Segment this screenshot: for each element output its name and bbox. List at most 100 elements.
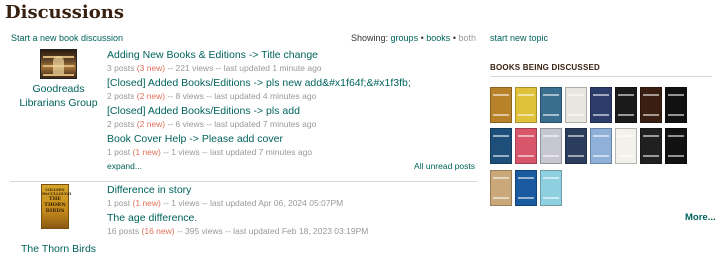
discussion-group: COLLEEN McCULLOUGH THE THORN BIRDS The T…: [10, 181, 477, 260]
cover-stripe: [543, 155, 559, 157]
all-unread-posts-link[interactable]: All unread posts: [414, 161, 475, 171]
book-row: [490, 87, 687, 123]
cover-stripe: [518, 94, 534, 96]
start-book-discussion-link[interactable]: Start a new book discussion: [11, 33, 123, 43]
cover-stripe: [593, 94, 609, 96]
book-cover-thumbnail[interactable]: [540, 87, 562, 123]
separator-dot: •: [420, 33, 424, 43]
topic-title-link[interactable]: The age difference.: [107, 211, 477, 225]
book-cover-thumbnail[interactable]: [615, 128, 637, 164]
cover-stripe: [543, 135, 559, 137]
topic-list: Adding New Books & Editions -> Title cha…: [107, 48, 477, 160]
new-count: (3 new): [136, 63, 166, 73]
cover-stripe: [493, 94, 509, 96]
topic-meta: 2 posts (2 new) -- 8 views -- last updat…: [107, 90, 477, 103]
book-cover-thumbnail[interactable]: [515, 170, 537, 206]
book-cover-thumbnail[interactable]: [565, 128, 587, 164]
cover-stripe: [593, 135, 609, 137]
topic-meta: 16 posts (16 new) -- 395 views -- last u…: [107, 225, 477, 238]
group-name-link[interactable]: Goodreads: [10, 82, 107, 96]
cover-stripe: [643, 135, 659, 137]
book-cover-thumbnail[interactable]: [490, 170, 512, 206]
book-cover-thumbnail[interactable]: [640, 87, 662, 123]
book-cover-thumbnail[interactable]: [590, 87, 612, 123]
cover-stripe: [568, 135, 584, 137]
cover-stripe: [493, 135, 509, 137]
heading-divider: [490, 76, 712, 77]
topic-stats: -- 221 views -- last updated 1 minute ag…: [167, 63, 322, 73]
new-count: (16 new): [141, 226, 175, 236]
book-cover-thumbnail[interactable]: [540, 128, 562, 164]
cover-stripe: [618, 135, 634, 137]
expand-link[interactable]: expand...: [107, 161, 142, 171]
cover-stripe: [668, 94, 684, 96]
topic-title-link[interactable]: Adding New Books & Editions -> Title cha…: [107, 48, 477, 62]
book-cover-thumbnail[interactable]: [515, 87, 537, 123]
book-cover-thumbnail[interactable]: [515, 128, 537, 164]
separator-dot: •: [452, 33, 456, 43]
cover-stripe: [643, 114, 659, 116]
topic-stats: -- 1 views -- last updated 7 minutes ago: [163, 147, 313, 157]
book-row: [490, 128, 687, 164]
book-cover-thumbnail[interactable]: [615, 87, 637, 123]
cover-stripe: [493, 197, 509, 199]
topic-stats: -- 6 views -- last updated 7 minutes ago: [167, 119, 317, 129]
book-row: [490, 170, 562, 206]
post-count: 1 post: [107, 147, 131, 157]
book-cover-thumbnail[interactable]: [565, 87, 587, 123]
cover-stripe: [643, 155, 659, 157]
cover-stripe: [543, 177, 559, 179]
topic-stats: -- 395 views -- last updated Feb 18, 202…: [176, 226, 369, 236]
topic-item: Difference in story 1 post (1 new) -- 1 …: [107, 183, 477, 210]
topic-item: [Closed] Added Books/Editions -> pls add…: [107, 104, 477, 131]
book-cover-thumbnail[interactable]: [665, 87, 687, 123]
book-cover-thumbnail[interactable]: [665, 128, 687, 164]
start-new-topic-link[interactable]: start new topic: [490, 33, 548, 43]
more-books-link[interactable]: More...: [685, 212, 716, 223]
topic-title-link[interactable]: Book Cover Help -> Please add cover: [107, 132, 477, 146]
filter-groups-link[interactable]: groups: [391, 33, 419, 43]
cover-stripe: [618, 94, 634, 96]
cover-stripe: [543, 94, 559, 96]
topic-item: Book Cover Help -> Please add cover 1 po…: [107, 132, 477, 159]
cover-stripe: [668, 135, 684, 137]
cover-stripe: [668, 155, 684, 157]
cover-stripe: [618, 114, 634, 116]
cover-stripe: [568, 155, 584, 157]
new-count: (1 new): [132, 198, 161, 208]
topic-title-link[interactable]: Difference in story: [107, 183, 477, 197]
cover-stripe: [593, 114, 609, 116]
book-cover-thumbnail[interactable]: [490, 128, 512, 164]
book-cover-thumbnail[interactable]: [490, 87, 512, 123]
topic-meta: 1 post (1 new) -- 1 views -- last update…: [107, 146, 477, 159]
topic-list: Difference in story 1 post (1 new) -- 1 …: [107, 183, 477, 239]
cover-stripe: [518, 177, 534, 179]
book-cover-thumbnail[interactable]: [640, 128, 662, 164]
library-cover-image[interactable]: [40, 49, 77, 79]
thorn-birds-cover-image[interactable]: COLLEEN McCULLOUGH THE THORN BIRDS: [41, 184, 72, 229]
topic-item: Adding New Books & Editions -> Title cha…: [107, 48, 477, 75]
book-cover-thumbnail[interactable]: [540, 170, 562, 206]
book-cover-thumbnail[interactable]: [590, 128, 612, 164]
cover-stripe: [568, 94, 584, 96]
topic-title-link[interactable]: [Closed] Added Books/Editions -> pls add: [107, 104, 477, 118]
showing-label: Showing:: [351, 33, 389, 43]
cover-author: COLLEEN McCULLOUGH: [42, 188, 72, 196]
cover-stripe: [543, 197, 559, 199]
filter-books-link[interactable]: books: [426, 33, 450, 43]
post-count: 1 post: [107, 198, 131, 208]
cover-word: BIRDS: [45, 208, 65, 214]
cover-stripe: [568, 114, 584, 116]
cover-stripe: [668, 114, 684, 116]
post-count: 16 posts: [107, 226, 140, 236]
filter-both-option: both: [458, 33, 477, 43]
topic-title-link[interactable]: [Closed] Added Books/Editions -> pls new…: [107, 76, 477, 90]
group-name-link[interactable]: Librarians Group: [10, 96, 107, 110]
topic-item: [Closed] Added Books/Editions -> pls new…: [107, 76, 477, 103]
archway: [53, 56, 64, 74]
post-count: 2 posts: [107, 91, 135, 101]
group-name-link[interactable]: The Thorn Birds: [10, 242, 107, 256]
cover-stripe: [518, 197, 534, 199]
cover-stripe: [618, 155, 634, 157]
discussion-group: Goodreads Librarians Group Adding New Bo…: [10, 48, 477, 179]
